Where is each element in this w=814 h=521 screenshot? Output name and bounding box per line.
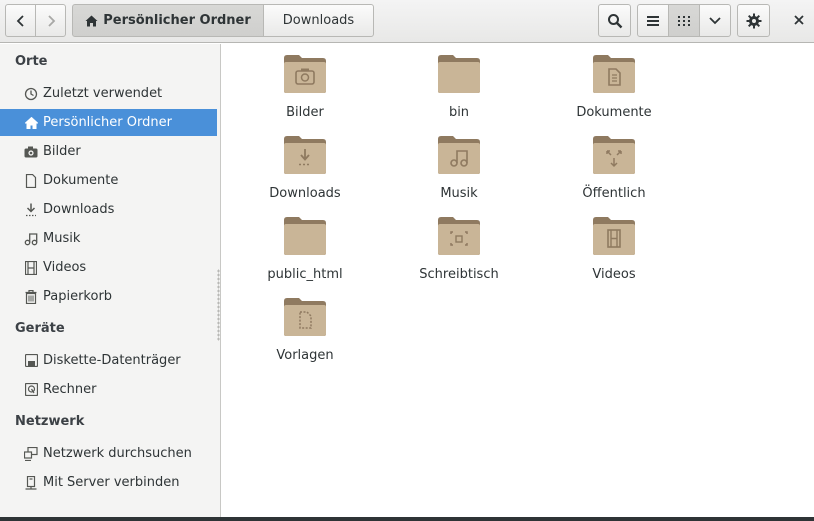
file-name: Musik bbox=[440, 186, 478, 201]
list-icon bbox=[647, 15, 659, 26]
sidebar-item-music[interactable]: Musik bbox=[0, 225, 217, 252]
sidebar-item-home[interactable]: Persönlicher Ordner bbox=[0, 109, 217, 136]
file-item-dokumente[interactable]: Dokumente bbox=[549, 44, 679, 122]
sidebar-item-label: Videos bbox=[43, 260, 87, 275]
file-name: Dokumente bbox=[576, 105, 652, 120]
file-name: Bilder bbox=[286, 105, 324, 120]
breadcrumb-downloads-label: Downloads bbox=[282, 13, 355, 28]
grid-icon bbox=[678, 15, 690, 26]
sidebar-item-label: Downloads bbox=[43, 202, 115, 217]
sidebar-item-label: Persönlicher Ordner bbox=[43, 115, 172, 130]
floppy-icon bbox=[24, 354, 38, 368]
sidebar-item-label: Diskette-Datenträger bbox=[43, 353, 181, 368]
sidebar-item-floppy[interactable]: Diskette-Datenträger bbox=[0, 347, 217, 374]
music-icon bbox=[24, 232, 38, 246]
sidebar-item-label: Papierkorb bbox=[43, 289, 113, 304]
chevron-right-icon bbox=[47, 14, 55, 27]
gear-icon bbox=[746, 13, 761, 28]
list-view-button[interactable] bbox=[637, 4, 669, 37]
section-header-devices: Geräte bbox=[15, 321, 65, 336]
search-icon bbox=[607, 13, 622, 28]
sidebar-item-computer[interactable]: Rechner bbox=[0, 376, 217, 403]
file-name: Vorlagen bbox=[276, 348, 334, 363]
folder-download-icon bbox=[284, 136, 326, 174]
sidebar-item-label: Bilder bbox=[43, 144, 81, 159]
file-item-public-html[interactable]: public_html bbox=[240, 206, 370, 284]
folder-documents-icon bbox=[593, 55, 635, 93]
home-icon bbox=[85, 15, 98, 26]
computer-icon bbox=[24, 383, 38, 397]
forward-button[interactable] bbox=[35, 4, 66, 37]
back-button[interactable] bbox=[5, 4, 36, 37]
sidebar-item-browse-network[interactable]: Netzwerk durchsuchen bbox=[0, 440, 217, 467]
file-name: public_html bbox=[267, 267, 343, 282]
download-icon bbox=[24, 203, 38, 217]
folder-icon bbox=[438, 55, 480, 93]
sidebar: Orte Zuletzt verwendet Persönlicher Ordn… bbox=[0, 44, 221, 521]
sidebar-item-label: Rechner bbox=[43, 382, 97, 397]
server-icon bbox=[24, 475, 38, 490]
close-button[interactable] bbox=[789, 8, 809, 32]
folder-desktop-icon bbox=[438, 217, 480, 255]
sidebar-item-connect-server[interactable]: Mit Server verbinden bbox=[0, 469, 217, 496]
file-name: bin bbox=[448, 105, 470, 120]
sidebar-item-trash[interactable]: Papierkorb bbox=[0, 283, 217, 310]
sidebar-resize-handle[interactable] bbox=[217, 269, 220, 341]
breadcrumb-downloads[interactable]: Downloads bbox=[263, 4, 374, 37]
sidebar-item-downloads[interactable]: Downloads bbox=[0, 196, 217, 223]
sidebar-item-label: Zuletzt verwendet bbox=[43, 86, 163, 101]
sidebar-item-documents[interactable]: Dokumente bbox=[0, 167, 217, 194]
clock-icon bbox=[24, 87, 38, 101]
settings-button[interactable] bbox=[737, 4, 770, 37]
file-item-vorlagen[interactable]: Vorlagen bbox=[240, 287, 370, 365]
sidebar-item-recent[interactable]: Zuletzt verwendet bbox=[0, 80, 217, 107]
header-bar: Persönlicher Ordner Downloads bbox=[0, 0, 814, 43]
window-bottom-edge bbox=[0, 517, 814, 521]
file-item-downloads[interactable]: Downloads bbox=[240, 125, 370, 203]
search-button[interactable] bbox=[598, 4, 631, 37]
sidebar-item-videos[interactable]: Videos bbox=[0, 254, 217, 281]
file-name: Schreibtisch bbox=[419, 267, 499, 282]
view-options-button[interactable] bbox=[699, 4, 731, 37]
trash-icon bbox=[24, 289, 38, 304]
chevron-left-icon bbox=[16, 14, 24, 27]
file-name: Downloads bbox=[269, 186, 341, 201]
film-icon bbox=[24, 260, 38, 275]
camera-icon bbox=[24, 145, 38, 159]
folder-music-icon bbox=[438, 136, 480, 174]
network-icon bbox=[24, 446, 38, 461]
section-header-network: Netzwerk bbox=[15, 414, 85, 429]
document-icon bbox=[24, 173, 38, 188]
sidebar-item-pictures[interactable]: Bilder bbox=[0, 138, 217, 165]
file-item-videos[interactable]: Videos bbox=[549, 206, 679, 284]
sidebar-item-label: Musik bbox=[43, 231, 81, 246]
breadcrumb-home[interactable]: Persönlicher Ordner bbox=[72, 4, 264, 37]
folder-templates-icon bbox=[284, 298, 326, 336]
file-item-bin[interactable]: bin bbox=[394, 44, 524, 122]
file-name: Videos bbox=[592, 267, 636, 282]
sidebar-item-label: Netzwerk durchsuchen bbox=[43, 446, 192, 461]
file-item-schreibtisch[interactable]: Schreibtisch bbox=[394, 206, 524, 284]
file-item-musik[interactable]: Musik bbox=[394, 125, 524, 203]
file-view: Bilder bin Dokumente Downloads Musik Öff… bbox=[222, 44, 814, 521]
folder-publicshare-icon bbox=[593, 136, 635, 174]
section-header-places: Orte bbox=[15, 54, 48, 69]
sidebar-item-label: Mit Server verbinden bbox=[43, 475, 180, 490]
breadcrumb-home-label: Persönlicher Ordner bbox=[103, 13, 251, 28]
chevron-down-icon bbox=[709, 16, 721, 24]
sidebar-item-label: Dokumente bbox=[43, 173, 119, 188]
file-item-bilder[interactable]: Bilder bbox=[240, 44, 370, 122]
close-icon bbox=[794, 15, 804, 25]
folder-pictures-icon bbox=[284, 55, 326, 93]
file-item-oeffentlich[interactable]: Öffentlich bbox=[549, 125, 679, 203]
folder-videos-icon bbox=[593, 217, 635, 255]
file-name: Öffentlich bbox=[582, 186, 646, 201]
grid-view-button[interactable] bbox=[668, 4, 700, 37]
home-icon bbox=[24, 116, 38, 130]
folder-icon bbox=[284, 217, 326, 255]
